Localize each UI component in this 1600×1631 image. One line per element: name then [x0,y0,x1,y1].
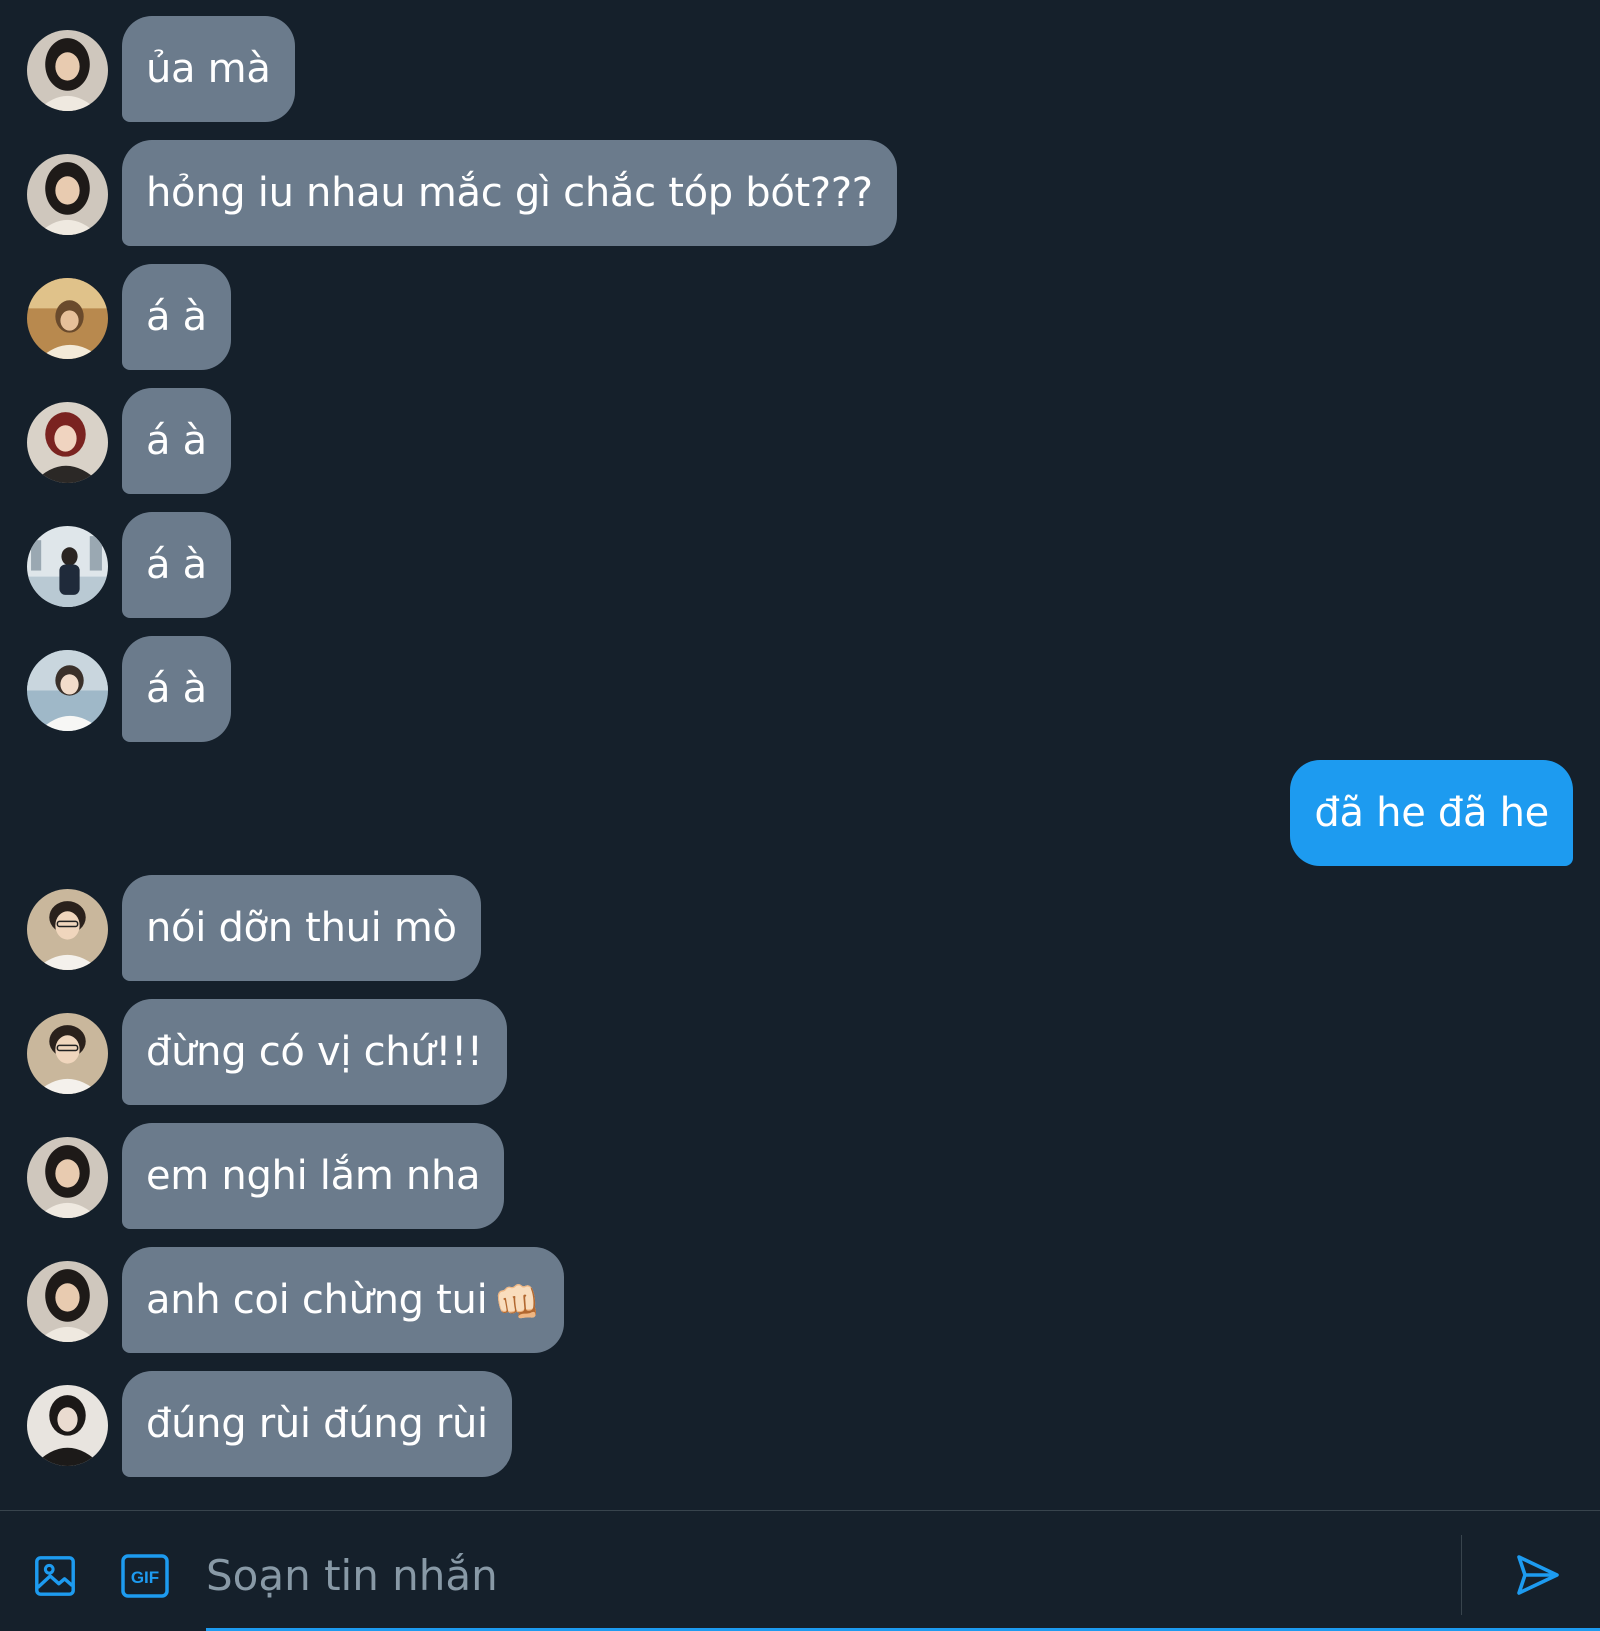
image-icon [35,1556,75,1596]
avatar-image [27,30,108,111]
avatar-image [27,278,108,359]
message-text: anh coi chừng tui [146,1277,488,1323]
message-text: em nghi lắm nha [146,1153,481,1199]
message-row: á à [0,636,1600,742]
message-bubble[interactable]: á à [122,388,231,494]
message-text: ủa mà [146,46,271,92]
send-icon [1517,1555,1559,1595]
send-button[interactable] [1510,1547,1566,1603]
message-row: em nghi lắm nha [0,1123,1600,1229]
message-row: hỏng iu nhau mắc gì chắc tóp bót??? [0,140,1600,246]
message-bubble[interactable]: nói dỡn thui mò [122,875,481,981]
avatar[interactable] [27,402,108,483]
avatar-image [27,889,108,970]
message-row: đừng có vị chứ!!! [0,999,1600,1105]
avatar-image [27,154,108,235]
avatar[interactable] [27,1385,108,1466]
gif-button[interactable]: GIF [120,1551,170,1601]
message-bubble[interactable]: đừng có vị chứ!!! [122,999,507,1105]
message-bubble[interactable]: hỏng iu nhau mắc gì chắc tóp bót??? [122,140,897,246]
avatar[interactable] [27,1261,108,1342]
message-row: á à [0,512,1600,618]
message-row: đúng rùi đúng rùi [0,1371,1600,1477]
message-text: nói dỡn thui mò [146,905,457,951]
add-media-button[interactable] [30,1551,80,1601]
avatar[interactable] [27,1137,108,1218]
avatar-image [27,402,108,483]
avatar-image [27,650,108,731]
message-bubble[interactable]: á à [122,264,231,370]
message-input[interactable] [206,1531,1456,1619]
message-row: anh coi chừng tui 👊🏻 [0,1247,1600,1353]
fist-emoji: 👊🏻 [493,1280,541,1324]
avatar-image [27,1137,108,1218]
message-bubble[interactable]: á à [122,512,231,618]
message-text: đừng có vị chứ!!! [146,1029,483,1075]
avatar-image [27,1013,108,1094]
avatar[interactable] [27,650,108,731]
avatar-image [27,526,108,607]
message-text: á à [146,418,207,464]
avatar[interactable] [27,30,108,111]
message-bubble[interactable]: anh coi chừng tui 👊🏻 [122,1247,565,1353]
avatar-image [27,1385,108,1466]
message-text: á à [146,294,207,340]
message-bubble[interactable]: á à [122,636,231,742]
avatar[interactable] [27,526,108,607]
message-text: á à [146,666,207,712]
composer-divider [1461,1535,1462,1615]
message-row: á à [0,264,1600,370]
message-bubble[interactable]: em nghi lắm nha [122,1123,505,1229]
message-bubble[interactable]: đúng rùi đúng rùi [122,1371,512,1477]
avatar[interactable] [27,1013,108,1094]
avatar[interactable] [27,278,108,359]
message-text: á à [146,542,207,588]
message-bubble-outgoing[interactable]: đã he đã he [1290,760,1573,866]
message-composer: GIF [0,1510,1600,1631]
message-row: ủa mà [0,16,1600,122]
avatar-image [27,1261,108,1342]
message-list: ủa mà hỏng iu nhau mắc gì chắc tóp bót??… [0,0,1600,1510]
message-row: nói dỡn thui mò [0,875,1600,981]
message-text: đã he đã he [1314,790,1549,836]
avatar[interactable] [27,889,108,970]
gif-icon: GIF [121,1554,169,1598]
message-text: hỏng iu nhau mắc gì chắc tóp bót??? [146,170,873,216]
message-row-outgoing: đã he đã he [0,760,1600,866]
avatar[interactable] [27,154,108,235]
message-row: á à [0,388,1600,494]
message-bubble[interactable]: ủa mà [122,16,295,122]
message-text: đúng rùi đúng rùi [146,1401,488,1447]
gif-label: GIF [131,1568,159,1587]
